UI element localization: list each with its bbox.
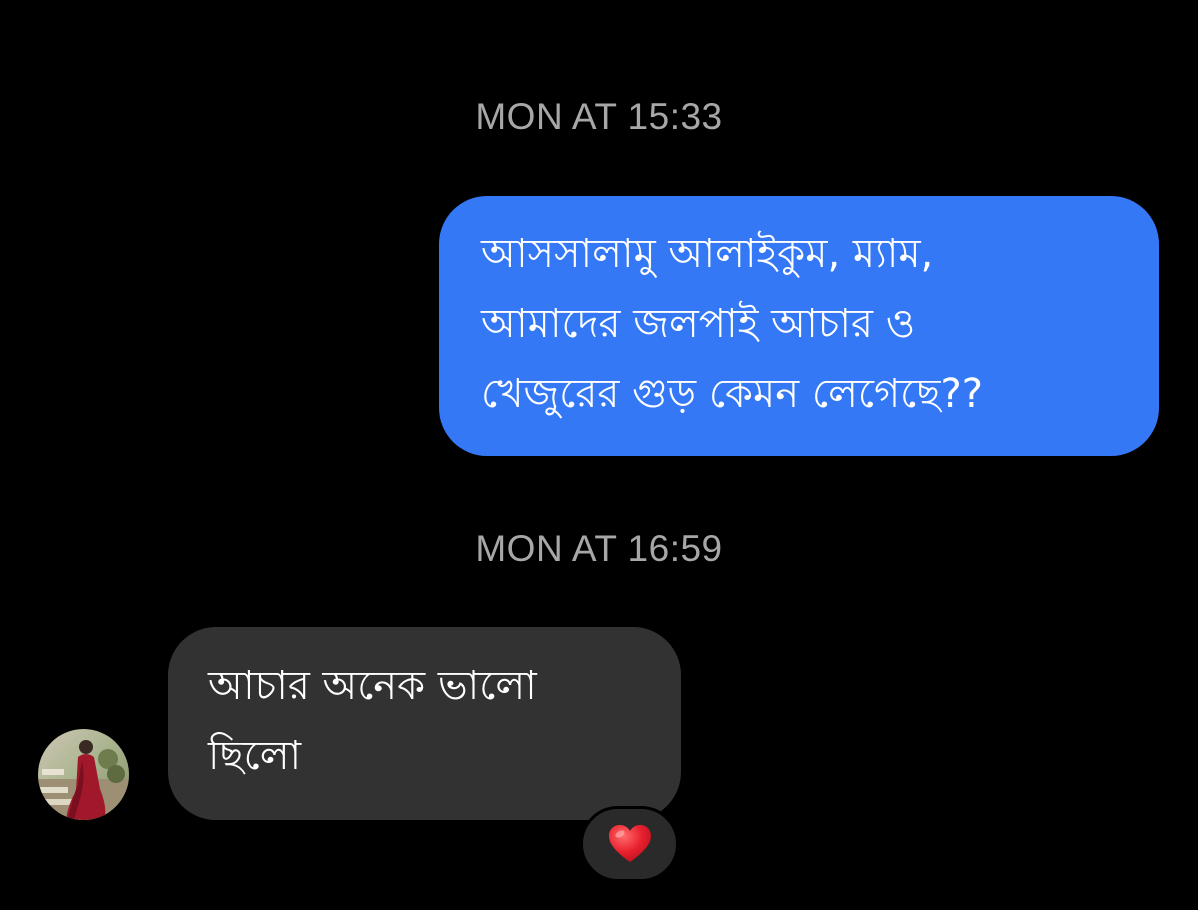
message-text: খেজুরের গুড় কেমন লেগেছে?? xyxy=(481,371,983,417)
reaction-badge[interactable] xyxy=(580,806,679,882)
message-text: আচার অনেক ভালো xyxy=(208,663,537,709)
heart-icon xyxy=(608,825,651,862)
incoming-message-bubble[interactable]: আচার অনেক ভালো ছিলো xyxy=(168,627,681,820)
avatar-image xyxy=(38,729,129,820)
avatar[interactable] xyxy=(38,729,129,820)
message-text: ছিলো xyxy=(208,733,302,779)
message-text: আসসালামু আলাইকুম, ম্যাম, xyxy=(481,231,934,277)
outgoing-message-bubble[interactable]: আসসালামু আলাইকুম, ম্যাম, আমাদের জলপাই আচ… xyxy=(439,196,1159,456)
message-text: আমাদের জলপাই আচার ও xyxy=(481,301,916,347)
timestamp: MON AT 16:59 xyxy=(475,528,723,569)
timestamp: MON AT 15:33 xyxy=(475,96,723,137)
